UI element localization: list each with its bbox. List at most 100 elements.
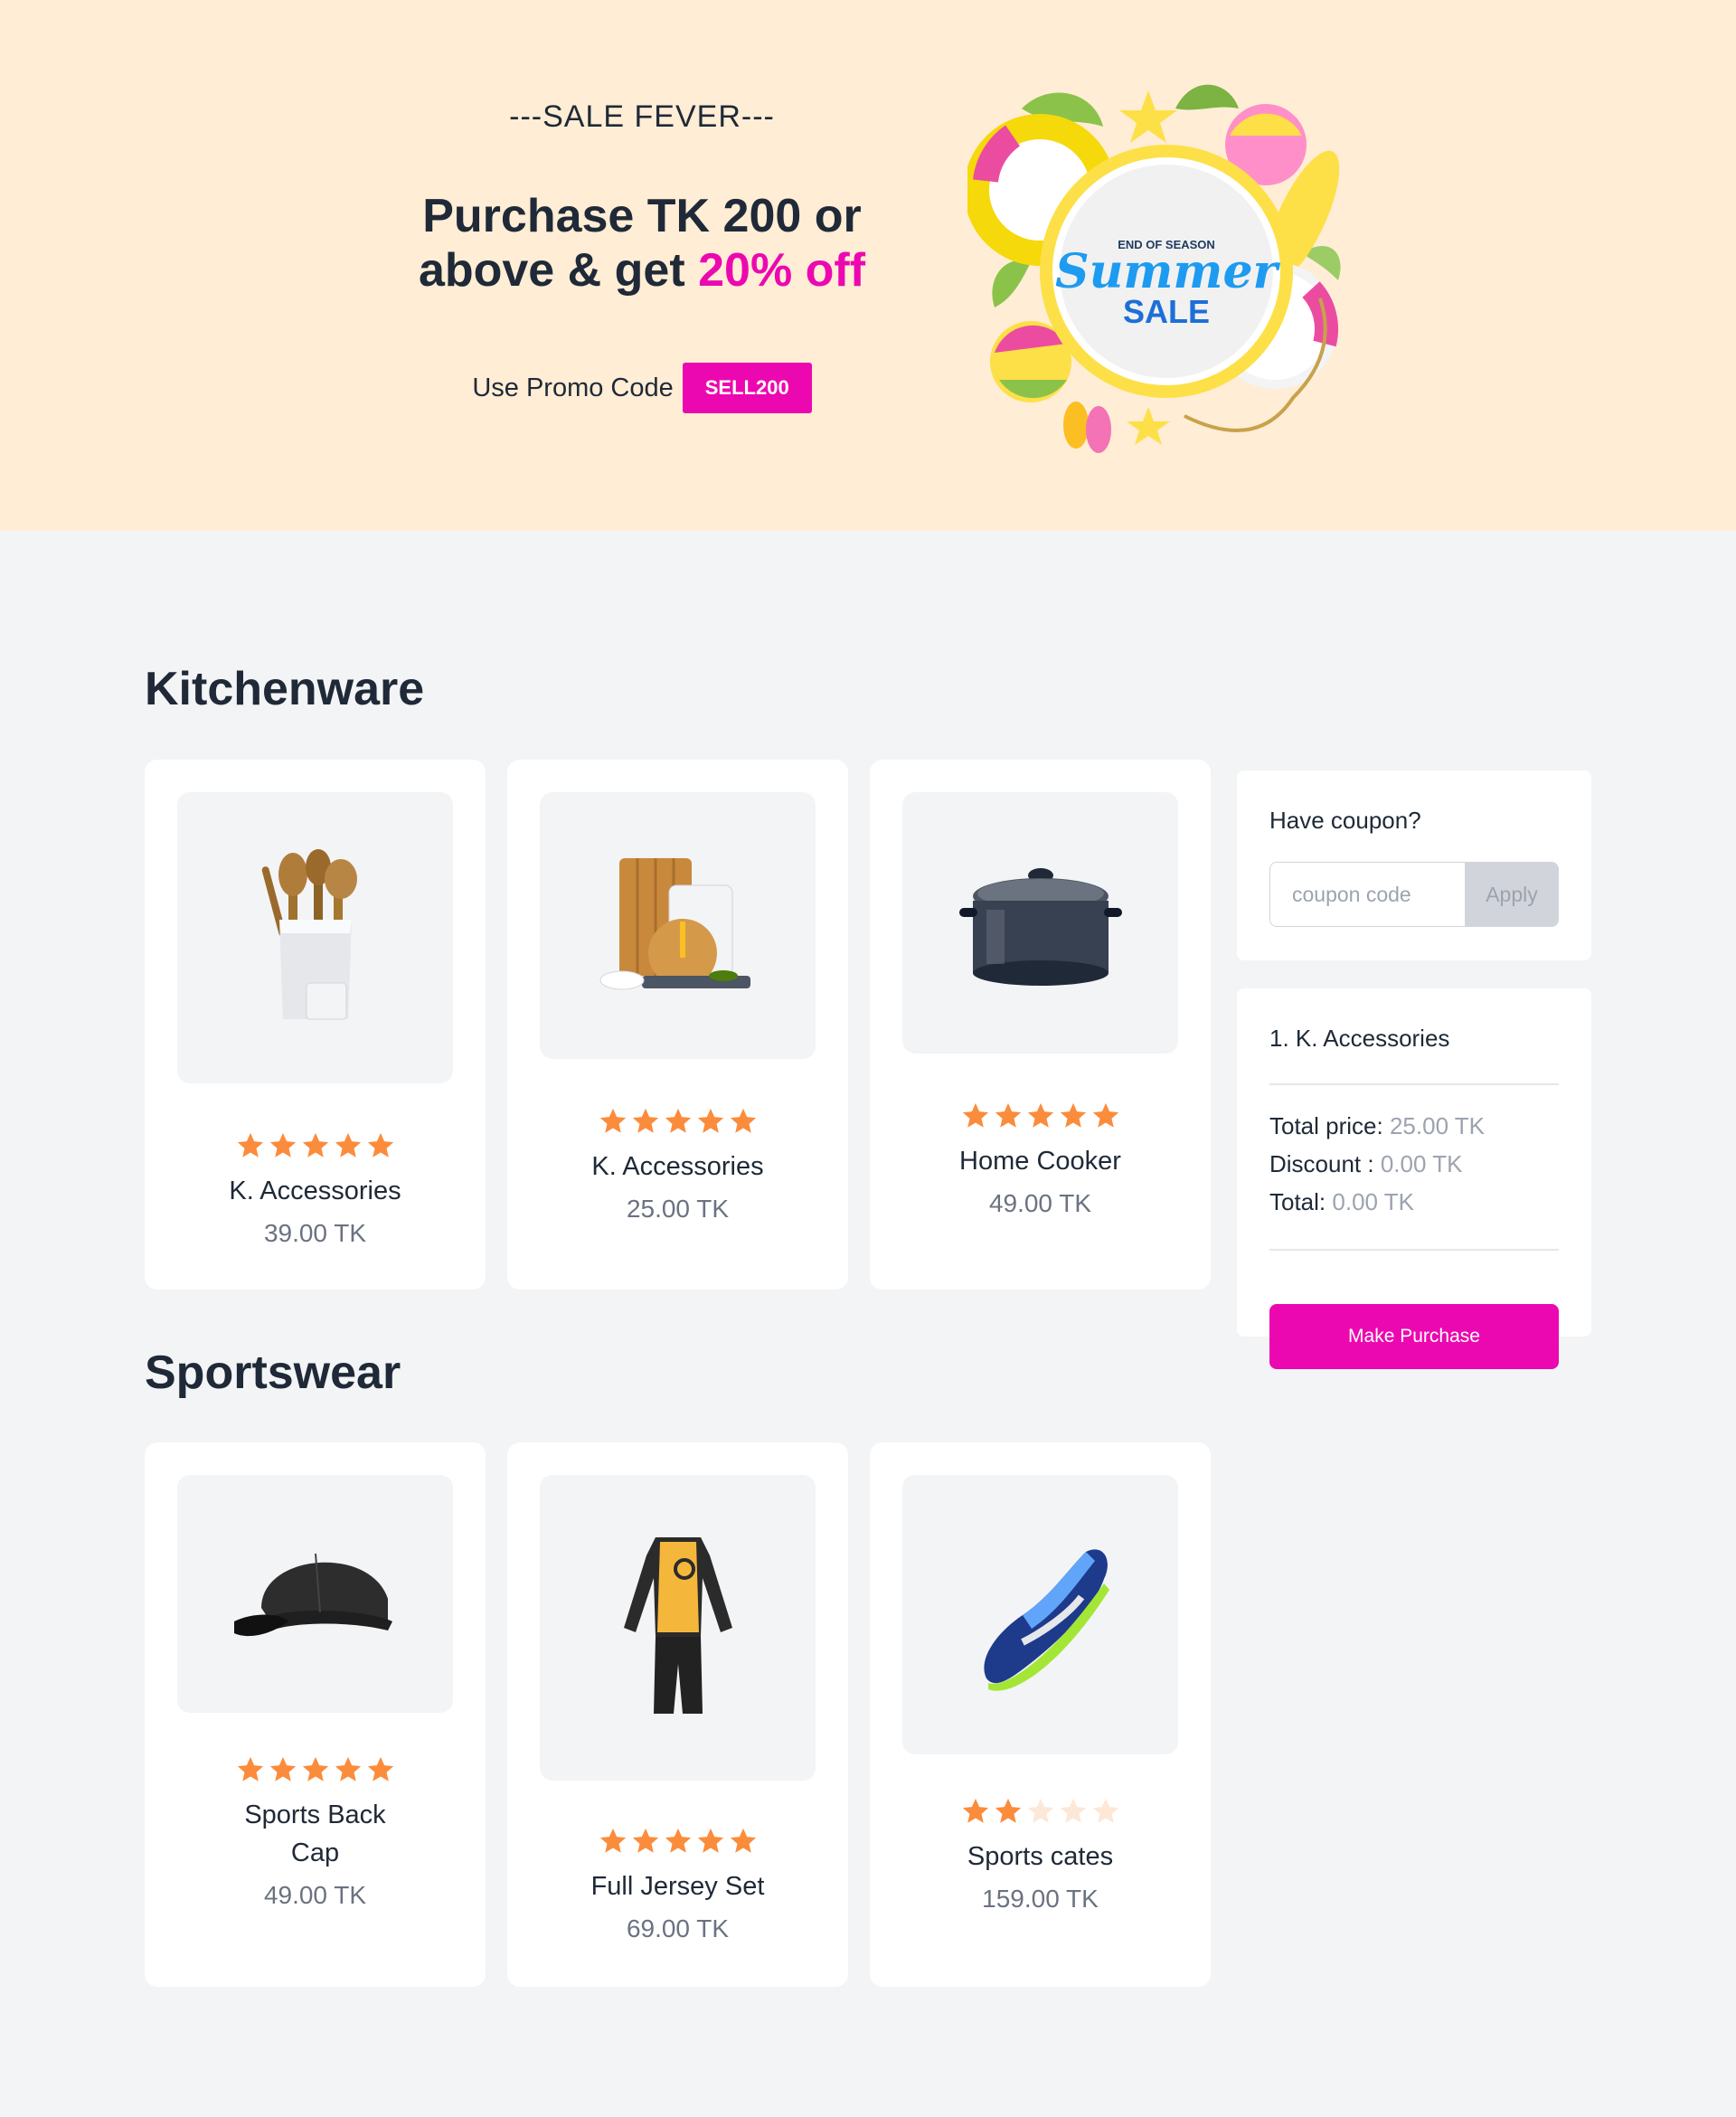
promo-label: Use Promo Code <box>472 373 674 402</box>
star-filled-icon <box>269 1132 296 1158</box>
star-filled-icon <box>962 1102 988 1128</box>
product-price: 49.00 TK <box>988 1189 1092 1217</box>
product-info: Full Jersey Set 69.00 TK <box>507 1826 848 1943</box>
star-filled-icon <box>697 1828 723 1853</box>
rating-stars <box>145 1754 486 1785</box>
section-title-kitchenware: Kitchenware <box>145 663 425 715</box>
hero-banner: ---SALE FEVER--- Purchase TK 200 or abov… <box>0 0 1736 531</box>
hero-kicker: ---SALE FEVER--- <box>509 99 775 134</box>
cooking-pot-image <box>958 867 1122 986</box>
star-filled-icon <box>237 1132 263 1158</box>
product-info: Sports cates 159.00 TK <box>870 1796 1211 1914</box>
utensil-holder-image <box>261 849 357 1020</box>
discount-value: 0.00 TK <box>1380 1150 1463 1177</box>
total-price-label: Total price: <box>1269 1112 1383 1139</box>
product-name: Full Jersey Set <box>590 1872 765 1901</box>
star-filled-icon <box>730 1108 756 1133</box>
section-title-sportswear: Sportswear <box>145 1347 401 1399</box>
star-filled-icon <box>269 1756 296 1781</box>
product-info: Home Cooker 49.00 TK <box>870 1101 1211 1218</box>
star-filled-icon <box>1027 1102 1053 1128</box>
star-empty-icon <box>1060 1798 1086 1823</box>
rating-stars <box>870 1796 1211 1827</box>
hero-title: Purchase TK 200 or above & get 20% off <box>380 189 904 298</box>
cart-divider <box>1269 1249 1559 1251</box>
hero-title-accent: 20% off <box>698 244 866 297</box>
product-image <box>540 1475 816 1781</box>
hero-text: ---SALE FEVER--- Purchase TK 200 or abov… <box>380 99 904 413</box>
badge-bottom-text: SALE <box>1123 293 1210 330</box>
rating-stars <box>870 1101 1211 1131</box>
product-info: K. Accessories 25.00 TK <box>507 1106 848 1224</box>
product-card[interactable]: Full Jersey Set 69.00 TK <box>507 1442 848 1987</box>
hero-title-line2: above & get <box>418 244 699 297</box>
product-image <box>177 792 453 1083</box>
star-filled-icon <box>599 1108 626 1133</box>
cart-divider <box>1269 1083 1559 1085</box>
star-filled-icon <box>599 1828 626 1853</box>
star-filled-icon <box>632 1828 658 1853</box>
cart-item: 1. K. Accessories <box>1269 1025 1450 1052</box>
rating-stars <box>507 1826 848 1857</box>
product-name: Home Cooker <box>959 1147 1121 1176</box>
rating-stars <box>507 1106 848 1137</box>
product-price: 159.00 TK <box>982 1885 1099 1913</box>
star-filled-icon <box>1060 1102 1086 1128</box>
star-filled-icon <box>697 1108 723 1133</box>
star-filled-icon <box>335 1132 361 1158</box>
star-filled-icon <box>1092 1102 1118 1128</box>
coupon-label: Have coupon? <box>1269 807 1421 834</box>
star-filled-icon <box>237 1756 263 1781</box>
product-image <box>902 792 1178 1054</box>
product-card[interactable]: Home Cooker 49.00 TK <box>870 760 1211 1290</box>
product-name: K. Accessories <box>591 1152 764 1181</box>
total-price-row: Total price: 25.00 TK <box>1269 1112 1485 1140</box>
product-price: 25.00 TK <box>626 1195 730 1223</box>
product-image <box>540 792 816 1059</box>
star-filled-icon <box>367 1756 393 1781</box>
product-card[interactable]: Sports Back Cap 49.00 TK <box>145 1442 486 1987</box>
make-purchase-button[interactable]: Make Purchase <box>1269 1304 1559 1369</box>
star-filled-icon <box>995 1798 1021 1823</box>
product-image <box>177 1475 453 1713</box>
star-filled-icon <box>302 1756 328 1781</box>
product-card[interactable]: K. Accessories 39.00 TK <box>145 760 486 1290</box>
promo-code-badge: SELL200 <box>682 363 812 413</box>
summer-sale-graphic: END OF SEASON Summer SALE <box>967 84 1341 453</box>
star-filled-icon <box>665 1828 691 1853</box>
product-card[interactable]: Sports cates 159.00 TK <box>870 1442 1211 1987</box>
apply-coupon-button[interactable]: Apply <box>1465 862 1559 927</box>
cap-image <box>233 1553 392 1636</box>
product-info: Sports Back Cap 49.00 TK <box>145 1754 486 1910</box>
cutting-boards-image <box>599 857 750 989</box>
jersey-image <box>623 1537 732 1714</box>
promo-row: Use Promo Code SELL200 <box>380 363 904 413</box>
product-info: K. Accessories 39.00 TK <box>145 1130 486 1248</box>
product-price: 69.00 TK <box>626 1914 730 1942</box>
hero-title-line1: Purchase TK 200 or <box>422 190 862 242</box>
star-empty-icon <box>1092 1798 1118 1823</box>
product-card[interactable]: K. Accessories 25.00 TK <box>507 760 848 1290</box>
badge-script-text: Summer <box>1055 244 1280 299</box>
product-name: Sports cates <box>967 1842 1114 1871</box>
star-filled-icon <box>995 1102 1021 1128</box>
product-name: K. Accessories <box>229 1177 401 1205</box>
coupon-input[interactable] <box>1269 862 1465 927</box>
star-filled-icon <box>665 1108 691 1133</box>
star-filled-icon <box>962 1798 988 1823</box>
discount-label: Discount : <box>1269 1150 1374 1177</box>
rating-stars <box>145 1130 486 1161</box>
star-filled-icon <box>730 1828 756 1853</box>
product-price: 49.00 TK <box>263 1881 367 1909</box>
grand-total-label: Total: <box>1269 1188 1326 1215</box>
star-empty-icon <box>1027 1798 1053 1823</box>
star-filled-icon <box>367 1132 393 1158</box>
product-price: 39.00 TK <box>263 1219 367 1247</box>
grand-total-row: Total: 0.00 TK <box>1269 1188 1414 1216</box>
star-filled-icon <box>632 1108 658 1133</box>
coupon-panel: Have coupon? Apply <box>1237 770 1591 960</box>
discount-row: Discount : 0.00 TK <box>1269 1150 1462 1178</box>
star-filled-icon <box>335 1756 361 1781</box>
cart-panel: 1. K. Accessories Total price: 25.00 TK … <box>1237 988 1591 1337</box>
star-filled-icon <box>302 1132 328 1158</box>
